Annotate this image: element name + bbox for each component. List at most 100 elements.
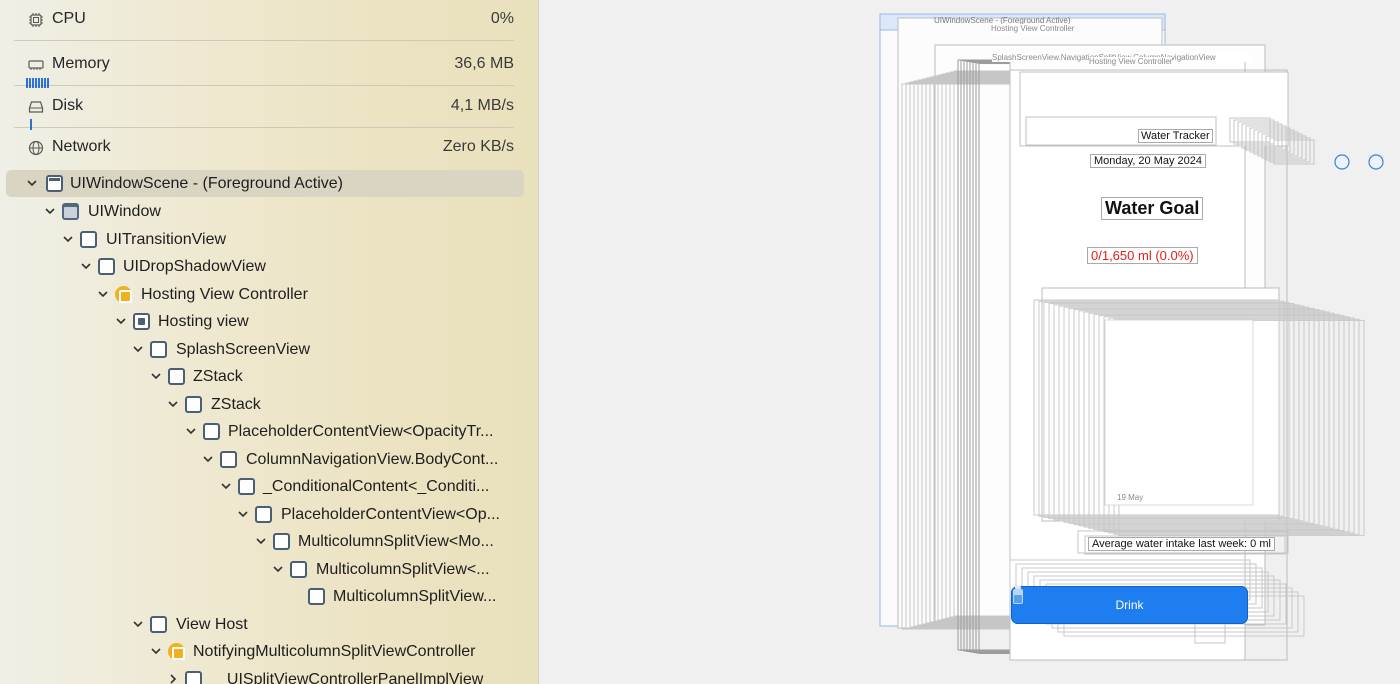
chevron-down-icon[interactable] <box>255 535 267 547</box>
tree-row-label: MulticolumnSplitView<... <box>316 561 490 578</box>
exploded-view-layers <box>879 13 1384 661</box>
gauge-cpu[interactable]: CPU 0% <box>14 0 514 41</box>
view-icon <box>203 423 220 440</box>
gauge-disk[interactable]: Disk 4,1 MB/s <box>14 87 514 130</box>
tree-row-label: _ConditionalContent<_Conditi... <box>263 478 490 495</box>
layer-frame <box>1104 319 1254 506</box>
tree-row-label: UIWindow <box>88 203 161 220</box>
tree-row-hosting-view[interactable]: Hosting view <box>0 308 526 335</box>
chevron-down-icon[interactable] <box>272 563 284 575</box>
tree-row-label: PlaceholderContentView<OpacityTr... <box>228 423 494 440</box>
tree-row-notifying-split-controller[interactable]: NotifyingMulticolumnSplitViewController <box>0 638 526 665</box>
chevron-down-icon[interactable] <box>185 425 197 437</box>
tree-row-label: PlaceholderContentView<Op... <box>281 506 500 523</box>
drink-button-label: Drink <box>1115 598 1144 612</box>
gauge-memory[interactable]: Memory 36,6 MB <box>14 45 514 88</box>
tree-row-uiwindow[interactable]: UIWindow <box>0 198 526 225</box>
tree-row-placeholdercontentview[interactable]: PlaceholderContentView<OpacityTr... <box>0 418 526 445</box>
chevron-down-icon[interactable] <box>115 315 127 327</box>
tree-row-split-panel-impl[interactable]: _UISplitViewControllerPanelImplView <box>0 666 526 684</box>
view-icon <box>150 616 167 633</box>
chevron-down-icon[interactable] <box>44 205 56 217</box>
tree-row-label: View Host <box>176 616 248 633</box>
gauge-label: Network <box>52 138 111 155</box>
view-icon <box>273 533 290 550</box>
view-icon <box>98 258 115 275</box>
chevron-down-icon[interactable] <box>237 508 249 520</box>
chevron-right-icon[interactable] <box>167 673 179 684</box>
window-icon <box>62 203 79 220</box>
chevron-down-icon[interactable] <box>150 645 162 657</box>
cpu-icon <box>29 13 43 27</box>
tree-row-label: MulticolumnSplitView<Mo... <box>298 533 494 550</box>
tree-row-conditionalcontent[interactable]: _ConditionalContent<_Conditi... <box>0 473 526 500</box>
chevron-down-icon[interactable] <box>132 618 144 630</box>
chevron-down-icon[interactable] <box>132 343 144 355</box>
view-icon <box>220 451 237 468</box>
tree-row-zstack[interactable]: ZStack <box>0 363 526 390</box>
chevron-down-icon[interactable] <box>80 260 92 272</box>
progress-label: 0/1,650 ml (0.0%) <box>1087 247 1198 264</box>
tree-row-label: ZStack <box>211 396 261 413</box>
tree-row-zstack-nested[interactable]: ZStack <box>0 391 526 418</box>
tree-row-splashscreenview[interactable]: SplashScreenView <box>0 336 526 363</box>
tree-row-label: ColumnNavigationView.BodyCont... <box>246 451 499 468</box>
disk-icon <box>28 101 44 113</box>
tree-row-label: ZStack <box>193 368 243 385</box>
tree-row-hosting-view-controller[interactable]: Hosting View Controller <box>0 281 526 308</box>
chevron-down-icon[interactable] <box>97 288 109 300</box>
average-intake-label: Average water intake last week: 0 ml <box>1088 537 1275 551</box>
app-title: Water Tracker <box>1138 129 1213 143</box>
hosting-controller-layer-label-2: Hosting View Controller <box>1089 57 1173 66</box>
view-icon <box>238 478 255 495</box>
hosting-controller-layer-label: Hosting View Controller <box>991 24 1075 33</box>
goal-title: Water Goal <box>1101 197 1204 220</box>
view-icon <box>185 396 202 413</box>
tree-row-label: SplashScreenView <box>176 341 311 358</box>
hosting-view-icon <box>133 313 150 330</box>
view-debugger-canvas[interactable]: UIWindowScene - (Foreground Active) Host… <box>540 0 1400 684</box>
chevron-down-icon[interactable] <box>150 370 162 382</box>
memory-icon <box>28 60 44 70</box>
tree-row-label: UIDropShadowView <box>123 258 266 275</box>
chart-axis-label: 19 May <box>1117 493 1144 502</box>
network-icon <box>28 140 44 156</box>
tree-row-uidropshadowview[interactable]: UIDropShadowView <box>0 253 526 280</box>
tree-row-multicolumnsplitview-mo[interactable]: MulticolumnSplitView<Mo... <box>0 528 526 555</box>
view-icon <box>308 588 325 605</box>
gauge-label: Memory <box>52 55 110 72</box>
drink-button[interactable]: Drink <box>1011 586 1248 624</box>
view-icon <box>168 368 185 385</box>
tree-row-multicolumnsplitview-leaf[interactable]: MulticolumnSplitView... <box>0 583 526 610</box>
water-bottle-icon <box>1013 586 1023 604</box>
chevron-down-icon[interactable] <box>26 177 38 189</box>
tree-row-label: _UISplitViewControllerPanelImplView <box>218 671 484 684</box>
gauge-value: 4,1 MB/s <box>450 97 514 114</box>
debug-sidebar: CPU 0% Memory 36,6 MB Disk 4,1 MB/s Netw… <box>0 0 539 684</box>
view-icon <box>80 231 97 248</box>
tree-row-view-host[interactable]: View Host <box>0 611 526 638</box>
gauge-value: 36,6 MB <box>454 55 514 72</box>
tree-row-uiwindowscene[interactable]: UIWindowScene - (Foreground Active) <box>6 170 524 197</box>
gauge-network[interactable]: Network Zero KB/s <box>14 128 514 169</box>
view-icon <box>255 506 272 523</box>
tree-row-placeholdercontentview-op[interactable]: PlaceholderContentView<Op... <box>0 501 526 528</box>
tree-row-columnnavigationview[interactable]: ColumnNavigationView.BodyCont... <box>0 446 526 473</box>
tree-row-label: UIWindowScene - (Foreground Active) <box>70 175 343 192</box>
view-icon <box>290 561 307 578</box>
chevron-down-icon[interactable] <box>167 398 179 410</box>
chevron-down-icon[interactable] <box>202 453 214 465</box>
view-controller-icon <box>168 643 185 660</box>
tree-row-multicolumnsplitview[interactable]: MulticolumnSplitView<... <box>0 556 526 583</box>
gauge-value: 0% <box>490 10 514 27</box>
chevron-down-icon[interactable] <box>220 480 232 492</box>
chevron-down-icon[interactable] <box>62 233 74 245</box>
tree-row-label: MulticolumnSplitView... <box>333 588 497 605</box>
tree-row-label: Hosting view <box>158 313 249 330</box>
tree-row-uitransitionview[interactable]: UITransitionView <box>0 226 526 253</box>
tree-row-label: UITransitionView <box>106 231 227 248</box>
gauge-value: Zero KB/s <box>442 138 514 155</box>
tree-row-label: NotifyingMulticolumnSplitViewController <box>193 643 476 660</box>
gauge-label: CPU <box>52 10 86 27</box>
date-label: Monday, 20 May 2024 <box>1090 154 1207 168</box>
